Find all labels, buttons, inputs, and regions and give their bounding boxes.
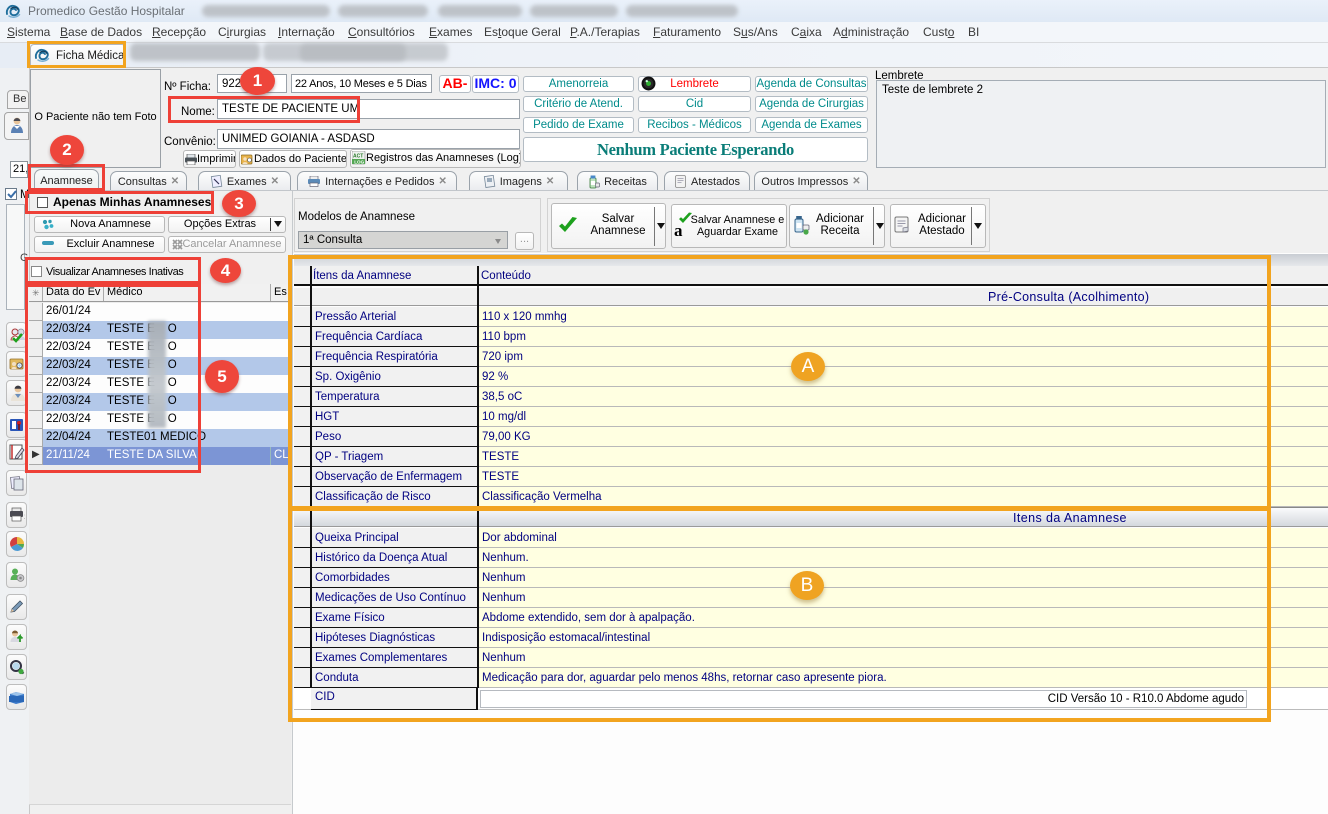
svg-text:1: 1 [24, 514, 25, 521]
svg-text:LOG: LOG [354, 160, 364, 165]
svg-text:ACT: ACT [353, 154, 363, 160]
